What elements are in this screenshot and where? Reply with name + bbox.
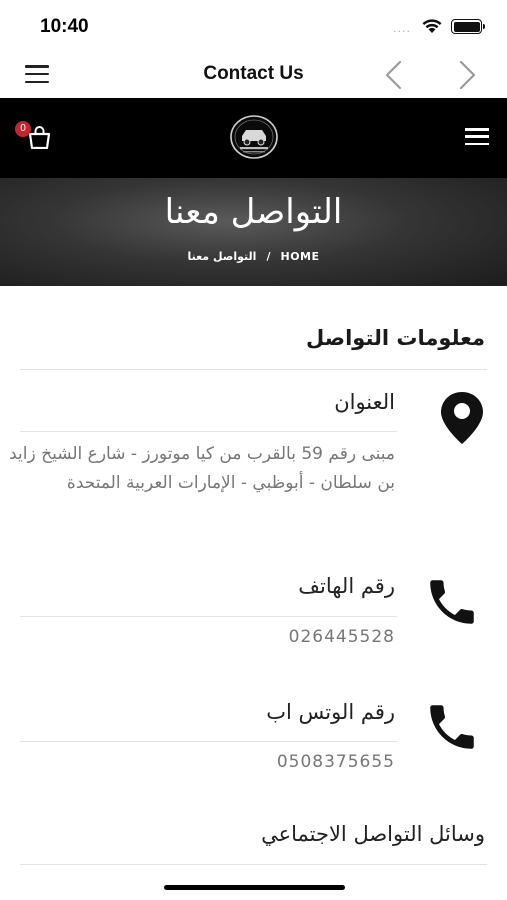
phone-label: رقم الهاتف (298, 574, 395, 598)
forward-arrow-icon[interactable] (453, 58, 481, 92)
social-media-label: وسائل التواصل الاجتماعي (261, 822, 485, 846)
divider (20, 741, 397, 742)
section-heading: معلومات التواصل (306, 326, 485, 350)
divider (20, 431, 397, 432)
breadcrumb-home-link[interactable]: HOME (280, 250, 319, 263)
hero-title: التواصل معنا (164, 192, 343, 232)
hero-banner: التواصل معنا التواصل معنا / HOME (0, 178, 507, 286)
hamburger-icon[interactable] (465, 128, 489, 145)
whatsapp-phone-icon[interactable] (419, 698, 485, 756)
status-time: 10:40 (40, 16, 89, 37)
whatsapp-value[interactable]: 0508375655 (277, 752, 395, 772)
address-value: مبنى رقم 59 بالقرب من كيا موتورز - شارع … (9, 444, 395, 493)
breadcrumb-separator: / (266, 250, 271, 263)
wifi-icon (422, 19, 442, 33)
breadcrumb: التواصل معنا / HOME (0, 250, 507, 263)
location-pin-icon (441, 392, 483, 444)
back-arrow-icon[interactable] (380, 58, 408, 92)
address-label: العنوان (334, 390, 395, 414)
phone-icon[interactable] (419, 573, 485, 631)
page-title: Contact Us (203, 63, 304, 84)
breadcrumb-current: التواصل معنا (187, 250, 257, 263)
logo[interactable] (228, 114, 280, 160)
divider (20, 369, 487, 370)
divider (20, 616, 397, 617)
contact-info-section: معلومات التواصل العنوان مبنى رقم 59 بالق… (0, 286, 507, 900)
home-indicator[interactable] (164, 885, 345, 890)
phone-value[interactable]: 026445528 (289, 627, 395, 647)
cart-count-badge: 0 (15, 121, 31, 137)
nav-bar: Contact Us (0, 52, 507, 98)
divider (20, 864, 487, 865)
signal-icon: .... (393, 22, 411, 35)
status-bar: 10:40 .... (0, 0, 507, 52)
whatsapp-label: رقم الوتس اب (266, 700, 395, 724)
battery-icon (451, 19, 485, 34)
